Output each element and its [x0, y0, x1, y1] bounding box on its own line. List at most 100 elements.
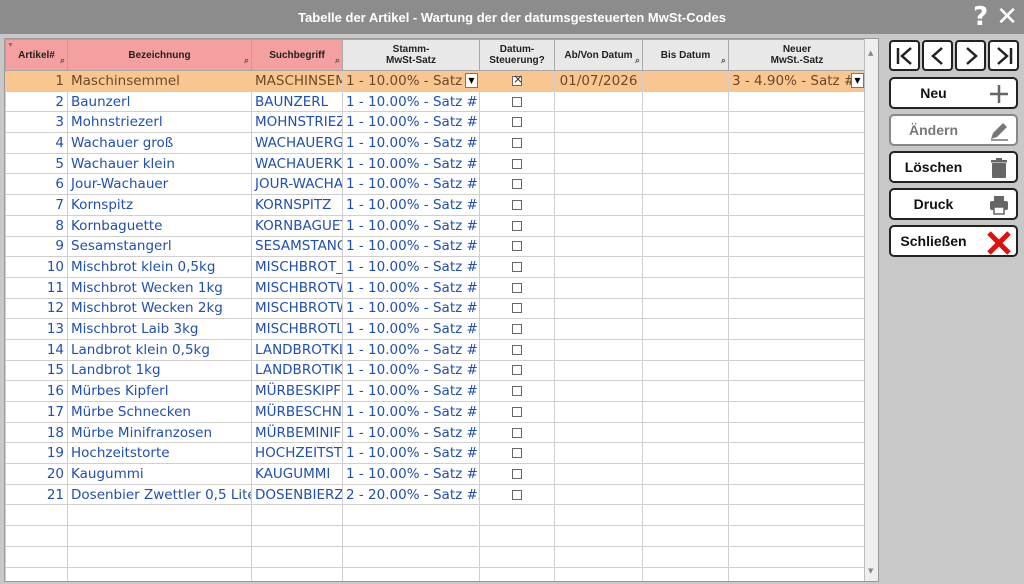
col-header-neuer-mwst[interactable]: Neuer MwSt.-Satz	[728, 39, 866, 71]
col-header-stamm-mwst[interactable]: Stamm- MwSt-Satz	[342, 39, 480, 71]
checkbox[interactable]	[512, 199, 522, 210]
close-icon[interactable]: ✕	[996, 3, 1018, 31]
cell-ab-datum[interactable]	[554, 132, 643, 154]
cell-datum-steuerung[interactable]	[479, 421, 555, 444]
table-row[interactable]: 9SesamstangerlSESAMSTANGERL1 - 10.00% - …	[5, 235, 866, 258]
checkbox[interactable]	[512, 241, 522, 252]
cell-bezeichnung[interactable]: Mürbe Schnecken	[67, 401, 252, 423]
cell-datum-steuerung[interactable]	[479, 442, 555, 465]
cell-datum-steuerung[interactable]	[479, 90, 555, 113]
search-icon[interactable]: ⌕	[721, 55, 726, 66]
cell-bezeichnung[interactable]: Mohnstriezerl	[67, 111, 252, 134]
cell-ab-datum[interactable]	[554, 442, 643, 465]
checkbox[interactable]	[512, 262, 522, 273]
checkbox[interactable]	[512, 344, 522, 355]
cell-ab-datum[interactable]	[554, 359, 643, 382]
cell-suchbegriff[interactable]: WACHAUERGROSS	[251, 132, 343, 154]
previous-record-button[interactable]	[922, 40, 953, 71]
checkbox[interactable]	[512, 468, 522, 479]
cell-datum-steuerung[interactable]	[479, 214, 555, 237]
cell-suchbegriff[interactable]: HOCHZEITSTORTE	[251, 442, 343, 465]
cell-stamm-mwst[interactable]: 1 - 10.00% - Satz #1	[342, 442, 480, 465]
cell-ab-datum[interactable]	[554, 421, 643, 444]
checkbox[interactable]	[512, 282, 522, 293]
checkbox[interactable]	[512, 179, 522, 190]
cell-bezeichnung[interactable]: Mürbe Minifranzosen	[67, 421, 252, 444]
cell-datum-steuerung[interactable]	[479, 338, 555, 361]
cell-datum-steuerung[interactable]	[479, 70, 555, 92]
table-row[interactable]: 13Mischbrot Laib 3kgMISCHBROTLAIB1 - 10.…	[5, 318, 866, 340]
cell-bis-datum[interactable]	[642, 463, 729, 485]
cell-stamm-mwst[interactable]: 1 - 10.00% - Satz #1	[342, 132, 480, 154]
search-icon[interactable]: ⌕	[60, 55, 65, 66]
cell-datum-steuerung[interactable]	[479, 152, 555, 175]
cell-suchbegriff[interactable]: BAUNZERL	[251, 90, 343, 113]
cell-bezeichnung[interactable]: Kornbaguette	[67, 214, 252, 237]
cell-datum-steuerung[interactable]	[479, 318, 555, 340]
table-row[interactable]: 8KornbaguetteKORNBAGUETTE1 - 10.00% - Sa…	[5, 214, 866, 237]
dropdown-arrow-icon[interactable]: ▼	[465, 73, 478, 88]
cell-stamm-mwst[interactable]: 1 - 10.00% - Satz #1	[342, 463, 480, 485]
close-button[interactable]: Schließen	[889, 225, 1018, 257]
cell-ab-datum[interactable]	[554, 194, 643, 216]
cell-stamm-mwst[interactable]: 1 - 10.00% - Satz #1	[342, 214, 480, 237]
cell-datum-steuerung[interactable]	[479, 256, 555, 278]
cell-suchbegriff[interactable]: MÜRBESCHNECKEN	[251, 401, 343, 423]
cell-datum-steuerung[interactable]	[479, 276, 555, 299]
cell-bis-datum[interactable]	[642, 421, 729, 444]
cell-bis-datum[interactable]	[642, 442, 729, 465]
dropdown-arrow-icon[interactable]: ▼	[851, 73, 864, 88]
cell-suchbegriff[interactable]: MISCHBROTLAIB	[251, 318, 343, 340]
cell-artikel[interactable]: 17	[5, 401, 68, 423]
cell-bis-datum[interactable]	[642, 235, 729, 258]
cell-artikel[interactable]: 20	[5, 463, 68, 485]
checkbox[interactable]	[512, 303, 522, 314]
cell-neuer-mwst[interactable]	[728, 483, 866, 506]
cell-bezeichnung[interactable]: Mischbrot Wecken 2kg	[67, 297, 252, 320]
table-row[interactable]: 16Mürbes KipferlMÜRBESKIPFERL1 - 10.00% …	[5, 380, 866, 402]
table-row[interactable]: 4Wachauer großWACHAUERGROSS1 - 10.00% - …	[5, 132, 866, 154]
cell-suchbegriff[interactable]: LANDBROTIKG	[251, 359, 343, 382]
cell-neuer-mwst[interactable]	[728, 256, 866, 278]
cell-stamm-mwst[interactable]: 1 - 10.00% - Satz #1	[342, 338, 480, 361]
cell-bezeichnung[interactable]: Wachauer klein	[67, 152, 252, 175]
cell-bis-datum[interactable]	[642, 132, 729, 154]
cell-datum-steuerung[interactable]	[479, 463, 555, 485]
cell-artikel[interactable]: 7	[5, 194, 68, 216]
checkbox[interactable]	[512, 117, 522, 128]
col-header-suchbegriff[interactable]: Suchbegriff ⌕	[251, 39, 343, 71]
cell-ab-datum[interactable]	[554, 235, 643, 258]
cell-artikel[interactable]: 15	[5, 359, 68, 382]
cell-neuer-mwst[interactable]	[728, 132, 866, 154]
cell-bezeichnung[interactable]: Mischbrot klein 0,5kg	[67, 256, 252, 278]
cell-neuer-mwst[interactable]	[728, 194, 866, 216]
cell-artikel[interactable]: 8	[5, 214, 68, 237]
cell-suchbegriff[interactable]: MISCHBROT_KLEIN	[251, 256, 343, 278]
cell-stamm-mwst[interactable]: 1 - 10.00% - Satz #1	[342, 235, 480, 258]
cell-neuer-mwst[interactable]	[728, 421, 866, 444]
print-button[interactable]: Druck	[889, 188, 1018, 220]
cell-bezeichnung[interactable]: Baunzerl	[67, 90, 252, 113]
cell-datum-steuerung[interactable]	[479, 132, 555, 154]
cell-bis-datum[interactable]	[642, 90, 729, 113]
cell-stamm-mwst[interactable]: 1 - 10.00% - Satz #1	[342, 256, 480, 278]
cell-bezeichnung[interactable]: Sesamstangerl	[67, 235, 252, 258]
cell-bezeichnung[interactable]: Jour-Wachauer	[67, 173, 252, 196]
cell-neuer-mwst[interactable]	[728, 463, 866, 485]
cell-stamm-mwst[interactable]: 1 - 10.00% - Satz #1	[342, 90, 480, 113]
cell-suchbegriff[interactable]: JOUR-WACHAUER	[251, 173, 343, 196]
cell-artikel[interactable]: 11	[5, 276, 68, 299]
table-row[interactable]: 5Wachauer kleinWACHAUERKLEIN1 - 10.00% -…	[5, 152, 866, 175]
cell-artikel[interactable]: 14	[5, 338, 68, 361]
cell-ab-datum[interactable]: 01/07/2026	[554, 70, 643, 92]
table-row[interactable]: 18Mürbe MinifranzosenMÜRBEMINIFRANZ1 - 1…	[5, 421, 866, 444]
cell-stamm-mwst[interactable]: 1 - 10.00% - Satz #1	[342, 276, 480, 299]
cell-bezeichnung[interactable]: Maschinsemmel	[67, 70, 252, 92]
cell-ab-datum[interactable]	[554, 111, 643, 134]
cell-ab-datum[interactable]	[554, 297, 643, 320]
cell-bezeichnung[interactable]: Landbrot klein 0,5kg	[67, 338, 252, 361]
cell-ab-datum[interactable]	[554, 152, 643, 175]
cell-neuer-mwst[interactable]	[728, 297, 866, 320]
cell-datum-steuerung[interactable]	[479, 173, 555, 196]
cell-suchbegriff[interactable]: WACHAUERKLEIN	[251, 152, 343, 175]
